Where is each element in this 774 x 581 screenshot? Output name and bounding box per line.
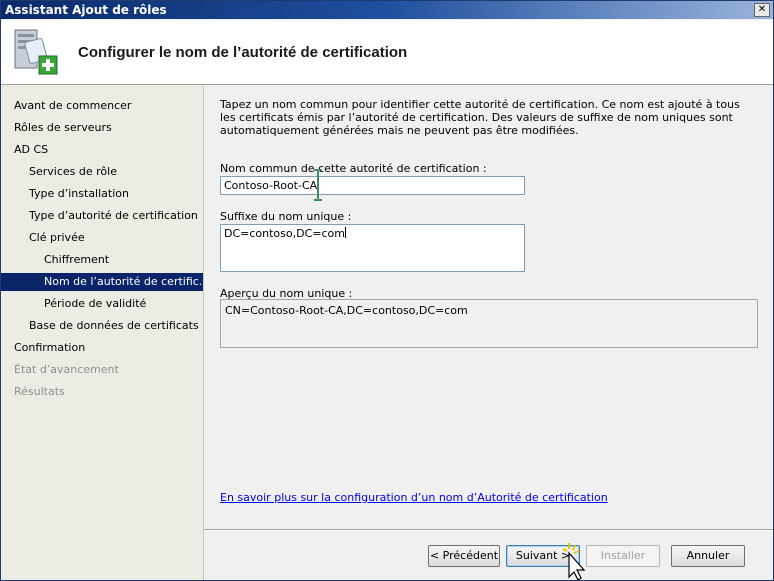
sidebar-item-roles-de-serveurs[interactable]: Rôles de serveurs — [1, 119, 216, 137]
sidebar-item-ad-cs[interactable]: AD CS — [1, 141, 216, 159]
ibeam-cursor-icon — [314, 169, 322, 201]
preview-value: CN=Contoso-Root-CA,DC=contoso,DC=com — [225, 304, 468, 317]
wizard-content: Tapez un nom commun pour identifier cett… — [204, 85, 773, 529]
preview-field: CN=Contoso-Root-CA,DC=contoso,DC=com — [220, 299, 758, 348]
common-name-input[interactable]: Contoso-Root-CA — [220, 176, 525, 195]
sidebar-item-type-autorite[interactable]: Type d’autorité de certification — [1, 207, 231, 225]
sidebar-item-services-de-role[interactable]: Services de rôle — [1, 163, 231, 181]
wizard-steps-sidebar: Avant de commencer Rôles de serveurs AD … — [1, 85, 209, 580]
sidebar-item-type-installation[interactable]: Type d’installation — [1, 185, 231, 203]
sidebar-item-base-de-donnees[interactable]: Base de données de certificats — [1, 317, 231, 335]
wizard-window: Assistant Ajout de rôles ✕ Configurer le… — [0, 0, 774, 581]
sidebar-item-confirmation[interactable]: Confirmation — [1, 339, 216, 357]
suffix-input-value: DC=contoso,DC=com — [224, 227, 345, 240]
common-name-label: Nom commun de cette autorité de certific… — [220, 162, 487, 175]
help-link[interactable]: En savoir plus sur la configuration d’un… — [220, 491, 608, 504]
server-roles-add-icon — [14, 29, 58, 75]
suffix-input[interactable]: DC=contoso,DC=com — [220, 224, 525, 272]
page-title: Configurer le nom de l’autorité de certi… — [78, 44, 408, 61]
sidebar-item-etat-avancement: État d’avancement — [14, 363, 119, 376]
sidebar-item-nom-autorite[interactable]: Nom de l’autorité de certific... — [1, 273, 209, 291]
sidebar-item-resultats: Résultats — [14, 385, 65, 398]
description-text: Tapez un nom commun pour identifier cett… — [220, 98, 740, 137]
sidebar-item-cle-privee[interactable]: Clé privée — [1, 229, 231, 247]
wizard-header: Configurer le nom de l’autorité de certi… — [1, 20, 773, 85]
sidebar-item-avant-de-commencer[interactable]: Avant de commencer — [1, 97, 216, 115]
close-icon[interactable]: ✕ — [754, 3, 770, 17]
window-title: Assistant Ajout de rôles — [5, 3, 167, 17]
suffix-label: Suffixe du nom unique : — [220, 210, 352, 223]
wizard-footer: < Précédent Suivant > Installer Annuler — [204, 531, 773, 580]
previous-button[interactable]: < Précédent — [428, 545, 500, 567]
mouse-pointer-icon — [563, 543, 586, 580]
cancel-button[interactable]: Annuler — [671, 545, 745, 567]
install-button: Installer — [586, 545, 660, 567]
title-bar[interactable]: Assistant Ajout de rôles ✕ — [1, 1, 773, 19]
text-caret — [344, 227, 346, 238]
